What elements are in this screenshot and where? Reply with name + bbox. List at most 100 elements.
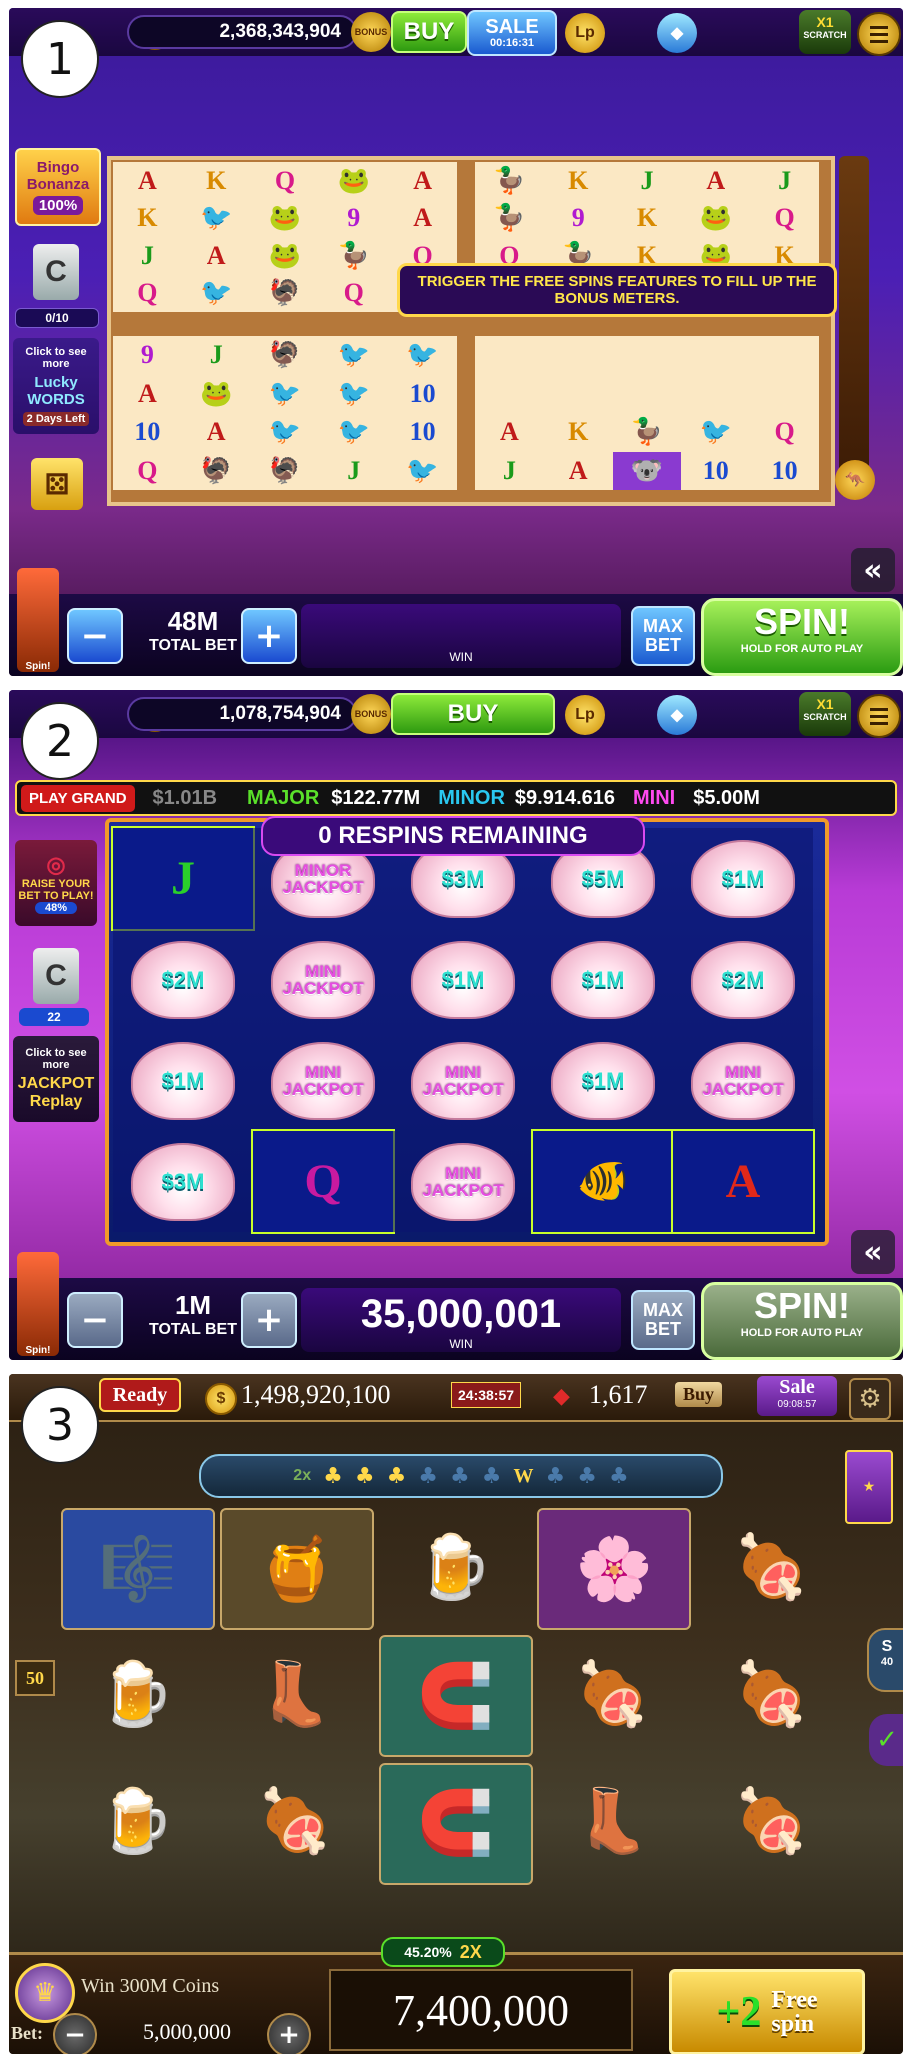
boots-symbol-icon: 👢: [256, 1660, 334, 1729]
free-spin-label-1: Free: [771, 1987, 818, 2013]
side-badge[interactable]: S 40: [867, 1628, 903, 1692]
gift-spin-button[interactable]: Spin!: [17, 568, 59, 672]
timer: 24:38:57: [451, 1382, 522, 1408]
major-jackpot-value: $122.77M: [331, 786, 421, 809]
decrease-bet-button[interactable]: −: [53, 2013, 97, 2054]
minor-jackpot-label: MINOR: [438, 786, 505, 809]
c-shield-icon[interactable]: C: [33, 948, 79, 1004]
spin-button[interactable]: SPIN! HOLD FOR AUTO PLAY: [701, 598, 903, 676]
buy-button[interactable]: Buy: [675, 1382, 723, 1407]
reel-symbol: J: [140, 240, 154, 270]
ham-symbol-icon: 🍖: [256, 1788, 334, 1857]
bonus-button[interactable]: BONUS: [351, 12, 391, 52]
reel-symbol: 10: [134, 417, 161, 447]
sale-button[interactable]: SALE 00:16:31: [467, 10, 557, 56]
bottom-bar: Spin! − 1M TOTAL BET + 35,000,001 WIN MA…: [9, 1252, 903, 1360]
raise-bet-label: RAISE YOUR BET TO PLAY!: [18, 878, 94, 902]
beer-symbol-icon: 🍺: [97, 1660, 175, 1729]
increase-bet-button[interactable]: +: [241, 608, 297, 664]
collapse-panel-button[interactable]: «: [851, 1230, 895, 1274]
buy-button[interactable]: BUY: [391, 11, 467, 53]
menu-icon[interactable]: [857, 12, 901, 56]
coin-balance: 2,368,343,904: [127, 15, 357, 49]
emu-symbol-icon: 🦃: [200, 455, 233, 485]
reel-cell: $3M: [113, 1131, 253, 1232]
reel-symbol: A: [413, 203, 432, 233]
ham-symbol-icon: 🍖: [573, 1660, 651, 1729]
screenshot-panel-1: 1 $ 2,368,343,904 BONUS BUY SALE 00:16:3…: [9, 8, 903, 676]
raise-bet-button[interactable]: ◎ RAISE YOUR BET TO PLAY! 48%: [15, 840, 97, 926]
sale-button[interactable]: Sale 09:08:57: [757, 1376, 837, 1416]
wildcard-league-icon[interactable]: ★: [845, 1450, 893, 1524]
buy-button[interactable]: BUY: [391, 693, 555, 735]
reel-symbol: J: [209, 340, 223, 370]
dice-icon[interactable]: ⚄: [31, 458, 83, 510]
reel-grid-bottom-left: 9 J 🦃 🐦 🐦 A 🐸 🐦 🐦 10 10 A 🐦 🐦 10 Q 🦃 🦃 J 🐦: [113, 336, 457, 490]
reel-grid: 🎼 🍯 🍺 🌸 🍖 🍺 👢 🧲 🍖 🍖 🍺 🍖 🧲 👢 🍖: [61, 1508, 851, 1886]
scratch-button[interactable]: X1 SCRATCH: [799, 10, 851, 54]
settings-gear-icon[interactable]: ⚙: [849, 1378, 891, 1420]
mini-jackpot-value: $5.00M: [693, 786, 760, 809]
decrease-bet-button[interactable]: −: [67, 1292, 123, 1348]
max-bet-button[interactable]: MAX BET: [631, 1290, 695, 1350]
pearl-shell-symbol: $1M: [131, 1041, 235, 1120]
bonus-meter: [839, 156, 869, 496]
decrease-bet-button[interactable]: −: [67, 608, 123, 664]
reel-cell: MINI JACKPOT: [393, 1030, 533, 1131]
reel-symbol: 10: [771, 455, 798, 485]
reel-grid: J MINOR JACKPOT $3M $5M $1M $2M MINI JACKPOT $1…: [111, 826, 815, 1234]
max-bet-button[interactable]: MAX BET: [631, 606, 695, 666]
bottom-bar: 45.20% 2X ♛ Win 300M Coins Bet: − 5,000,…: [9, 1937, 903, 2054]
bet-value: 5,000,000: [143, 2019, 231, 2044]
lucky-words-button[interactable]: Click to see more Lucky WORDS 2 Days Lef…: [13, 338, 99, 434]
scratch-button[interactable]: X1 SCRATCH: [799, 692, 851, 736]
frog-symbol-icon: 🐸: [268, 240, 302, 270]
pearl-shell-symbol: $2M: [131, 940, 235, 1019]
bonus-button[interactable]: BONUS: [351, 694, 391, 734]
scratch-multiplier: X1: [816, 14, 834, 30]
reel-symbol: 10: [409, 417, 436, 447]
menu-icon[interactable]: [857, 694, 901, 738]
panel-number-badge: 1: [21, 20, 99, 98]
scratch-label: SCRATCH: [803, 712, 847, 722]
lucky-words-hint: Click to see more: [25, 346, 87, 370]
target-icon: ◎: [46, 852, 66, 877]
free-spin-label-2: spin: [771, 2011, 815, 2037]
reel-symbol: K: [636, 203, 658, 233]
horseshoe-symbol-icon: 🧲: [378, 1635, 533, 1758]
win-goal-label: Win 300M Coins: [81, 1975, 220, 1997]
spin-button[interactable]: SPIN! HOLD FOR AUTO PLAY: [701, 1282, 903, 1360]
reel-symbol: K: [137, 203, 158, 233]
ham-symbol-icon: 🍖: [732, 1788, 810, 1857]
gift-spin-button[interactable]: Spin!: [17, 1252, 59, 1356]
win-display: 7,400,000: [329, 1969, 633, 2051]
paylines-count: 50: [15, 1660, 55, 1696]
bingo-bonanza-button[interactable]: Bingo Bonanza 100%: [15, 148, 101, 226]
beer-symbol-icon: 🍺: [414, 1533, 493, 1602]
cockatoo-symbol-icon: 🐦: [200, 278, 233, 308]
reel-symbol: 9: [347, 203, 361, 233]
checkmark-icon[interactable]: ✓: [869, 1714, 903, 1766]
reel-cell: J: [111, 826, 255, 931]
jackpot-replay-button[interactable]: Click to see more JACKPOT Replay: [13, 1036, 99, 1122]
reel-cell: $2M: [673, 929, 813, 1030]
c-shield-icon[interactable]: C: [33, 244, 79, 300]
harp-symbol-icon: 🎼: [61, 1508, 215, 1630]
coin-balance: 1,078,754,904: [127, 697, 357, 731]
cockatoo-symbol-icon: 🐦: [699, 417, 732, 447]
ready-button[interactable]: Ready: [99, 1378, 181, 1412]
pearl-shell-symbol: MINI JACKPOT: [271, 940, 375, 1019]
free-spin-button[interactable]: +2 Free spin: [669, 1969, 865, 2054]
win-display: WIN: [301, 604, 621, 668]
reel-symbol: K: [568, 165, 589, 195]
reel-symbol: 10: [409, 378, 436, 408]
reel-cell: MINI JACKPOT: [253, 1030, 393, 1131]
gift-spin-label: Spin!: [25, 661, 51, 672]
lucky-words-days: 2 Days Left: [22, 412, 90, 426]
increase-bet-button[interactable]: +: [267, 2013, 311, 2054]
collapse-panel-button[interactable]: «: [851, 548, 895, 592]
increase-bet-button[interactable]: +: [241, 1292, 297, 1348]
play-grand-button[interactable]: PLAY GRAND: [21, 784, 135, 812]
clover-icon: ♣: [481, 1463, 502, 1489]
cockatoo-symbol-icon: 🐦: [268, 378, 302, 408]
